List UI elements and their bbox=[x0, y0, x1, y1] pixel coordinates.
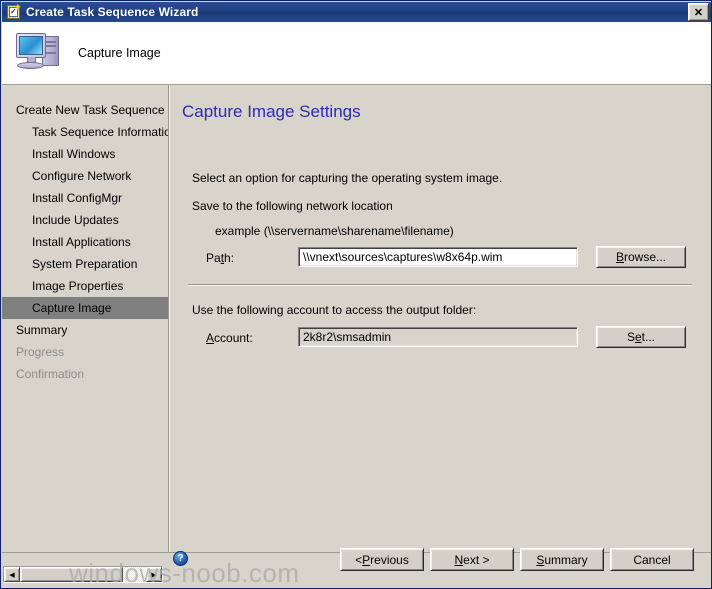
sidebar-item-confirmation: Confirmation bbox=[16, 367, 85, 381]
path-label: Path: bbox=[206, 251, 234, 265]
task-sequence-clipboard-icon: ✓ ✦ bbox=[6, 3, 22, 20]
account-label-post: ccount: bbox=[214, 331, 253, 345]
previous-label-accel: P bbox=[362, 552, 371, 567]
sidebar-item-include-updates[interactable]: Include Updates bbox=[2, 209, 168, 231]
next-label-accel: N bbox=[454, 552, 464, 567]
cancel-label-pre: Cancel bbox=[633, 552, 671, 567]
sidebar-list: Create New Task Sequence Task Sequence I… bbox=[2, 85, 168, 385]
path-input[interactable]: \\vnext\sources\captures\w8x64p.wim bbox=[298, 247, 578, 267]
previous-label-post: revious bbox=[370, 552, 409, 567]
previous-button[interactable]: < Previous bbox=[340, 548, 424, 571]
sidebar-item-task-sequence-information[interactable]: Task Sequence Information bbox=[2, 121, 168, 143]
header-banner: Capture Image bbox=[2, 22, 711, 85]
account-input[interactable]: 2k8r2\smsadmin bbox=[298, 327, 578, 347]
browse-label-accel: B bbox=[615, 250, 624, 264]
footer-bar: ? < Previous Next > Summary Cancel bbox=[170, 540, 711, 588]
cancel-button[interactable]: Cancel bbox=[610, 548, 694, 571]
set-label-post: t... bbox=[641, 330, 656, 344]
banner-title: Capture Image bbox=[78, 46, 161, 60]
previous-label-pre: < bbox=[355, 552, 363, 567]
set-label-pre: S bbox=[626, 330, 635, 344]
scroll-left-icon[interactable]: ◀ bbox=[4, 567, 20, 582]
summary-label-accel: S bbox=[536, 552, 545, 567]
sidebar-item-progress: Progress bbox=[16, 345, 65, 359]
account-label: Account: bbox=[206, 331, 253, 345]
sidebar-item-install-windows[interactable]: Install Windows bbox=[2, 143, 168, 165]
path-label-pre: Pa bbox=[206, 251, 221, 265]
help-question-icon[interactable]: ? bbox=[173, 551, 188, 566]
sidebar-item-install-configmgr[interactable]: Install ConfigMgr bbox=[2, 187, 168, 209]
next-button[interactable]: Next > bbox=[430, 548, 514, 571]
sidebar-item-create-new-task-sequence[interactable]: Create New Task Sequence bbox=[2, 99, 168, 121]
create-task-sequence-wizard-window: ✓ ✦ Create Task Sequence Wizard ✕ Captur… bbox=[0, 0, 712, 589]
set-account-button[interactable]: Se t... bbox=[596, 326, 686, 348]
summary-button[interactable]: Summary bbox=[520, 548, 604, 571]
sidebar-item-image-properties[interactable]: Image Properties bbox=[2, 275, 168, 297]
intro-text: Select an option for capturing the opera… bbox=[192, 171, 503, 185]
browse-label-post: rowse... bbox=[624, 250, 667, 264]
account-section-label: Use the following account to access the … bbox=[192, 303, 477, 317]
sidebar-item-summary[interactable]: Summary bbox=[2, 319, 168, 341]
section-separator bbox=[188, 284, 692, 286]
title-bar: ✓ ✦ Create Task Sequence Wizard ✕ bbox=[2, 2, 711, 22]
sidebar-item-system-preparation[interactable]: System Preparation bbox=[2, 253, 168, 275]
page-title: Capture Image Settings bbox=[182, 102, 361, 121]
account-label-accel: A bbox=[206, 331, 215, 345]
browse-button[interactable]: Browse... bbox=[596, 246, 686, 268]
sidebar-item-capture-image[interactable]: Capture Image bbox=[2, 297, 168, 319]
close-icon[interactable]: ✕ bbox=[688, 3, 709, 21]
summary-label-post: ummary bbox=[544, 552, 588, 567]
sidebar-item-configure-network[interactable]: Configure Network bbox=[2, 165, 168, 187]
computer-icon bbox=[14, 30, 64, 76]
network-location-section-label: Save to the following network location bbox=[192, 199, 393, 213]
next-label-post: ext > bbox=[463, 552, 490, 567]
set-label-accel: e bbox=[634, 330, 642, 344]
wizard-step-sidebar: Create New Task Sequence Task Sequence I… bbox=[2, 85, 168, 552]
sidebar-item-install-applications[interactable]: Install Applications bbox=[2, 231, 168, 253]
main-content-panel: Capture Image Settings Select an option … bbox=[170, 85, 711, 552]
example-path-hint: example (\\servername\sharename\filename… bbox=[215, 224, 454, 238]
path-label-post: h: bbox=[224, 251, 235, 265]
window-title: Create Task Sequence Wizard bbox=[26, 5, 199, 19]
